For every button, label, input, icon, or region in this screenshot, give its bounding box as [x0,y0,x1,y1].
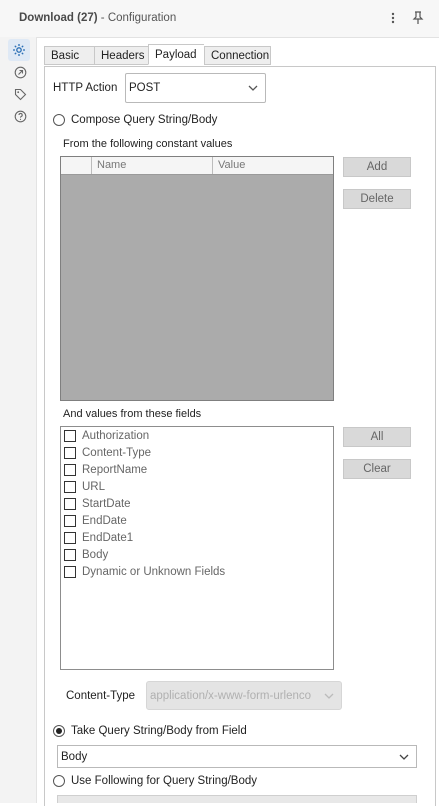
field-item[interactable]: EndDate1 [64,530,133,546]
field-label: URL [82,481,106,493]
field-checkbox[interactable] [64,447,76,459]
field-checkbox[interactable] [64,464,76,476]
take-from-field-label: Take Query String/Body from Field [71,725,247,737]
field-label: Body [82,549,109,561]
field-item[interactable]: Authorization [64,428,149,444]
field-item[interactable]: EndDate [64,513,127,529]
content-type-label: Content-Type [66,690,136,702]
body-field-select[interactable]: Body [57,745,417,768]
content-type-select[interactable]: application/x-www-form-urlenco [146,681,342,710]
compose-label: Compose Query String/Body [71,114,218,126]
field-item[interactable]: StartDate [64,496,131,512]
field-checkbox[interactable] [64,481,76,493]
use-following-label: Use Following for Query String/Body [71,775,257,787]
field-checkbox[interactable] [64,566,76,578]
grid-column-name[interactable]: Name [92,157,213,174]
field-checkbox[interactable] [64,549,76,561]
field-checkbox[interactable] [64,515,76,527]
tab-payload[interactable]: Payload [148,44,204,65]
body-field-value: Body [61,750,88,763]
tab-headers[interactable]: Headers [94,46,148,65]
tab-connection[interactable]: Connection [204,46,271,65]
compose-radio[interactable] [53,114,65,126]
chevron-down-icon [324,693,334,699]
field-label: Dynamic or Unknown Fields [82,566,226,578]
field-item[interactable]: URL [64,479,105,495]
window-title: Download (27) - Configuration [19,12,176,24]
delete-button[interactable]: Delete [343,189,411,209]
fields-list[interactable]: Authorization Content-Type ReportName UR… [60,426,334,670]
config-side-rail [0,37,37,803]
tab-basic[interactable]: Basic [44,46,94,65]
tag-icon[interactable] [11,85,29,103]
field-item[interactable]: Dynamic or Unknown Fields [64,564,225,580]
http-action-value: POST [129,82,161,94]
clear-button[interactable]: Clear [343,459,411,479]
http-action-select[interactable]: POST [125,73,266,103]
config-tabs: Basic Headers Payload Connection [44,44,271,66]
grid-header: Name Value [61,157,333,175]
help-icon[interactable] [11,107,29,125]
chevron-down-icon [248,85,258,91]
chevron-down-icon [399,754,409,760]
grid-row-header-cell [61,157,92,174]
http-action-label: HTTP Action [53,82,118,94]
pin-icon[interactable] [409,9,427,27]
field-checkbox[interactable] [64,498,76,510]
gear-icon[interactable] [8,39,30,61]
fields-label: And values from these fields [63,408,202,420]
field-checkbox[interactable] [64,430,76,442]
constants-grid[interactable]: Name Value [60,156,334,401]
content-type-value: application/x-www-form-urlenco [150,689,312,702]
field-checkbox[interactable] [64,532,76,544]
query-string-editor[interactable] [57,795,417,803]
field-label: ReportName [82,464,148,476]
field-item[interactable]: Body [64,547,108,563]
grid-column-value[interactable]: Value [213,157,333,174]
arrow-circle-icon[interactable] [11,63,29,81]
field-label: StartDate [82,498,131,510]
field-label: Authorization [82,430,150,442]
field-label: EndDate1 [82,532,134,544]
field-item[interactable]: Content-Type [64,445,151,461]
take-from-field-radio[interactable] [53,725,65,737]
field-label: Content-Type [82,447,152,459]
use-following-radio[interactable] [53,775,65,787]
field-label: EndDate [82,515,127,527]
add-button[interactable]: Add [343,157,411,177]
more-vertical-icon[interactable] [384,9,402,27]
field-item[interactable]: ReportName [64,462,147,478]
select-all-button[interactable]: All [343,427,411,447]
constants-label: From the following constant values [63,138,233,150]
window-subtitle: - Configuration [97,12,177,24]
tool-name: Download (27) [19,12,98,24]
